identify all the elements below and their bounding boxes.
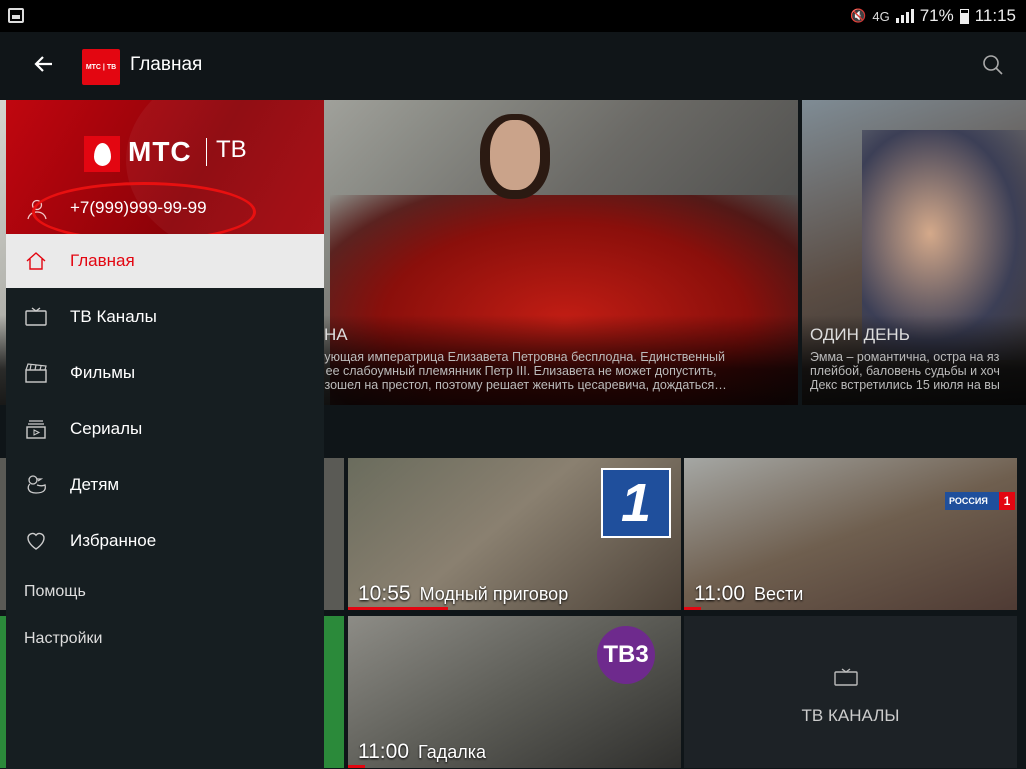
menu-item-label: Избранное: [70, 531, 157, 550]
page-title: Главная: [130, 54, 203, 75]
app-logo: МТС | ТВ: [82, 49, 120, 85]
program-label: 11:00 Гадалка: [358, 740, 486, 764]
channel-logo: РОССИЯ 1: [945, 492, 1015, 510]
brand-product: ТВ: [216, 136, 247, 163]
program-name: Гадалка: [418, 742, 487, 762]
tv-channels-label: ТВ КАНАЛЫ: [801, 706, 900, 725]
program-time: 11:00: [694, 582, 745, 605]
program-label: 11:00 Вести: [694, 582, 803, 606]
tv-icon: [834, 668, 858, 686]
network-indicator: 4G: [872, 8, 890, 24]
program-time: 11:00: [358, 740, 409, 763]
duck-icon: [24, 473, 48, 497]
banner-description-line: взошел на престол, поэтому решает женить…: [318, 378, 727, 392]
status-right: 🔇 4G 71% 11:15: [850, 6, 1016, 26]
banner-description-line: вующая императрица Елизавета Петровна бе…: [318, 350, 726, 364]
banner-description: Эмма – романтична, остра на яз плейбой, …: [810, 350, 1026, 392]
banner-card[interactable]: ОДИН ДЕНЬ Эмма – романтична, остра на яз…: [802, 100, 1026, 405]
banner-description-line: - ее слабоумный племянник Петр III. Елиз…: [318, 364, 717, 378]
home-icon: [24, 249, 48, 273]
status-bar: 🔇 4G 71% 11:15: [0, 0, 1026, 32]
program-label: 10:55 Модный приговор: [358, 582, 568, 606]
menu-item-label: Сериалы: [70, 419, 143, 438]
brand-divider: [206, 138, 207, 166]
channel-logo: 1: [601, 468, 671, 538]
program-progress: [348, 607, 448, 610]
program-tile[interactable]: ТВ3 11:00 Гадалка: [348, 616, 681, 768]
brand-name: МТС: [128, 136, 192, 167]
program-progress: [348, 765, 365, 768]
menu-item-home[interactable]: Главная: [6, 234, 324, 288]
menu-item-kids[interactable]: Детям: [6, 458, 324, 512]
mts-logo-icon: [84, 136, 120, 172]
menu-item-favorites[interactable]: Избранное: [6, 514, 324, 568]
back-arrow-icon[interactable]: [30, 52, 58, 80]
banner-description-line: плейбой, баловень судьбы и хоч: [810, 364, 1000, 378]
banner-description-line: Декс встретились 15 июля на вы: [810, 378, 1000, 392]
signal-icon: [895, 9, 914, 23]
program-name: Модный приговор: [419, 584, 569, 604]
program-time: 10:55: [358, 582, 411, 605]
heart-icon: [24, 529, 48, 553]
channel-logo: ТВ3: [597, 626, 655, 684]
menu-item-series[interactable]: Сериалы: [6, 402, 324, 456]
menu-item-label: Фильмы: [70, 363, 136, 382]
screenshot-icon: [8, 8, 24, 23]
tv-icon: [24, 305, 48, 329]
clock: 11:15: [974, 6, 1016, 25]
program-tile[interactable]: 1 10:55 Модный приговор: [348, 458, 681, 610]
banner-image-detail: [490, 120, 540, 190]
clapperboard-icon: [24, 361, 48, 385]
program-tile[interactable]: РОССИЯ 1 11:00 Вести: [684, 458, 1017, 610]
program-progress: [684, 607, 701, 610]
menu-item-help[interactable]: Помощь: [24, 583, 86, 601]
menu-item-movies[interactable]: Фильмы: [6, 346, 324, 400]
banner-title: ОДИН ДЕНЬ: [810, 325, 910, 344]
drawer-header: МТС ТВ +7(999)999-99-99: [6, 100, 324, 234]
banner-description-line: Эмма – романтична, остра на яз: [810, 350, 1000, 364]
navigation-drawer: МТС ТВ +7(999)999-99-99 Главная ТВ Канал…: [6, 100, 324, 769]
app-bar: МТС | ТВ Главная: [0, 32, 1026, 100]
battery-icon: [959, 8, 969, 24]
program-name: Вести: [754, 584, 804, 604]
annotation-circle: [32, 182, 256, 234]
tv-channels-tile[interactable]: ТВ КАНАЛЫ: [684, 616, 1017, 768]
search-icon[interactable]: [982, 54, 1004, 76]
menu-item-tv-channels[interactable]: ТВ Каналы: [6, 290, 324, 344]
menu-item-label: Детям: [70, 475, 120, 494]
menu-item-label: ТВ Каналы: [70, 307, 157, 326]
battery-percent: 71%: [919, 6, 954, 25]
menu-item-label: Главная: [70, 251, 135, 270]
mute-icon: 🔇: [850, 8, 867, 23]
banner-description: вующая императрица Елизавета Петровна бе…: [318, 350, 788, 392]
banner-title: НА: [324, 325, 348, 344]
menu-item-settings[interactable]: Настройки: [24, 630, 102, 648]
series-icon: [24, 417, 48, 441]
